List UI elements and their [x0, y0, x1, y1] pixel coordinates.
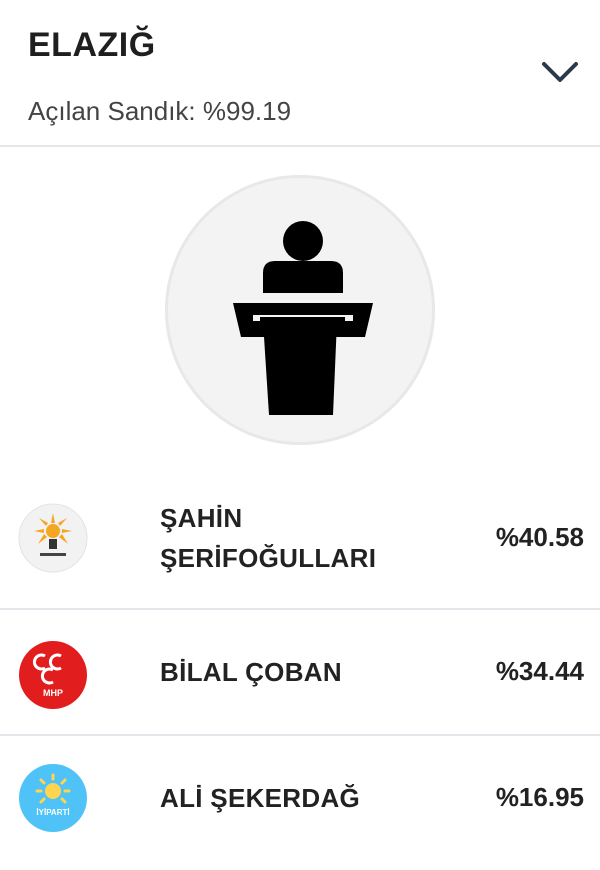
city-header: ELAZIĞ Açılan Sandık: %99.19	[0, 0, 600, 146]
chevron-down-icon[interactable]	[536, 56, 584, 92]
opened-ballot-text: Açılan Sandık: %99.19	[28, 96, 292, 126]
candidate-name: ŞAHİN ŞERİFOĞULLARI	[160, 503, 377, 573]
candidate-name: BİLAL ÇOBAN	[160, 657, 342, 687]
candidate-row[interactable]: ŞAHİN ŞERİFOĞULLARI %40.58	[0, 490, 600, 608]
header-divider	[0, 145, 600, 147]
candidate-name: ALİ ŞEKERDAĞ	[160, 783, 361, 813]
city-title: ELAZIĞ	[28, 26, 156, 64]
mhp-logo: MHP	[18, 640, 88, 710]
candidate-row[interactable]: İYİPARTİ ALİ ŞEKERDAĞ %16.95	[0, 736, 600, 866]
podium-speaker-icon	[165, 175, 435, 445]
svg-text:MHP: MHP	[43, 688, 63, 698]
candidate-percent: %34.44	[495, 656, 584, 686]
candidate-row[interactable]: MHP BİLAL ÇOBAN %34.44	[0, 610, 600, 734]
candidate-percent: %40.58	[495, 522, 584, 552]
svg-text:İYİPARTİ: İYİPARTİ	[36, 808, 69, 817]
ak-parti-logo	[18, 503, 88, 573]
iyi-parti-logo: İYİPARTİ	[18, 763, 88, 833]
candidate-percent: %16.95	[495, 782, 584, 812]
